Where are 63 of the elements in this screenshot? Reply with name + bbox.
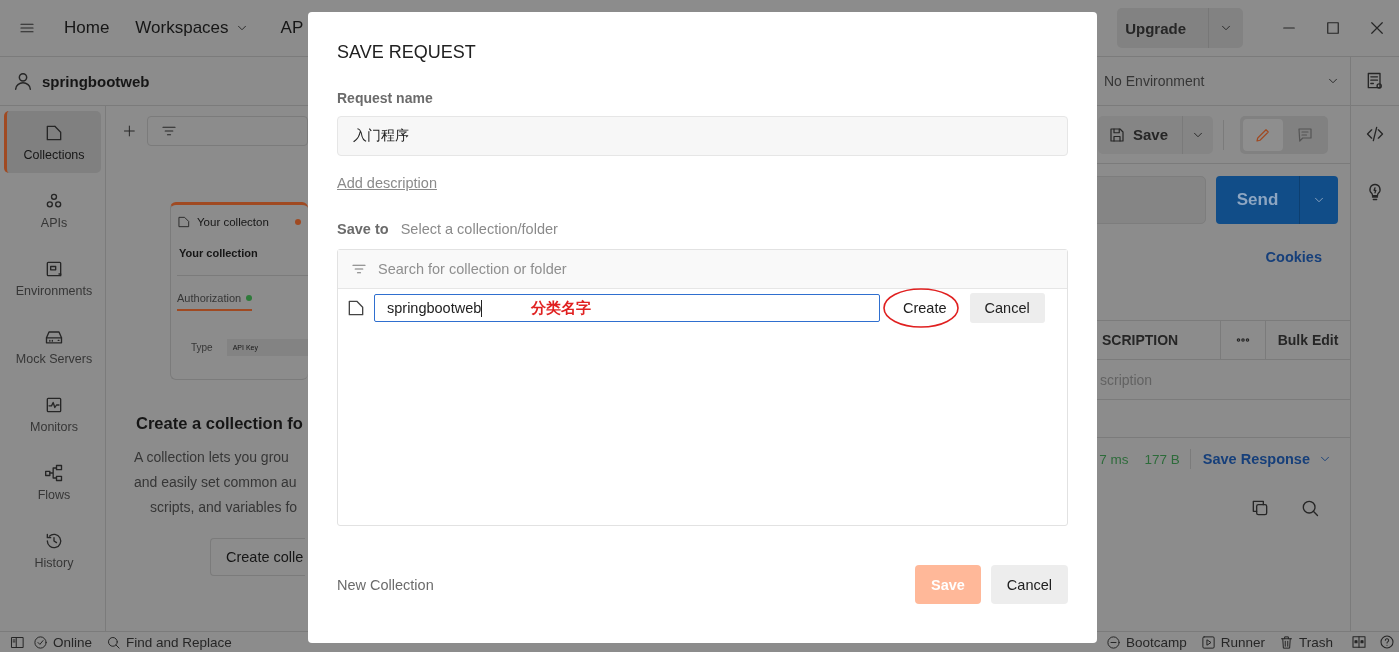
workspace-name: springbootweb [42,72,150,90]
preview-title: Your collection [179,247,259,259]
sidebar-toggle-icon[interactable] [10,634,25,650]
create-collection-button[interactable]: Create colle [210,538,306,576]
empty-state-heading: Create a collection fo [136,414,303,433]
sidebar-item[interactable]: Collections [4,111,101,173]
check-circle-icon [33,634,48,650]
column-header: SCRIPTION [1102,331,1180,350]
folder-icon [346,298,366,318]
sidebar-item[interactable]: APIs [4,179,101,241]
status-bar-item[interactable]: Bootcamp [1105,634,1187,650]
two-pane-icon[interactable] [1351,634,1367,650]
folder-icon [177,215,191,229]
dialog-title: SAVE REQUEST [337,42,477,63]
code-icon[interactable] [1365,124,1385,144]
preview-tab-title: Your collecton [177,215,308,229]
sidebar-item[interactable]: Environments [4,247,101,309]
field-label: Request name [337,90,434,106]
status-bar-item[interactable]: Runner [1200,634,1265,650]
add-description-link[interactable]: Add description [337,175,437,191]
sidebar-item[interactable]: Monitors [4,383,101,445]
status-bar-item[interactable]: Find and Replace [106,634,232,650]
url-field[interactable] [1096,176,1206,224]
play-icon [1200,634,1216,650]
sidebar-item[interactable]: History [4,519,101,581]
bulk-edit-button[interactable]: Bulk Edit [1265,321,1350,359]
nav-link[interactable]: AP [280,18,304,38]
sidebar-item[interactable]: Flows [4,451,101,513]
flow-icon [44,462,64,483]
environment-select[interactable]: No Environment [1104,73,1350,89]
empty-state-text: A collection lets you grou [134,448,289,467]
search-icon [106,634,122,650]
status-bar-item[interactable]: Online [33,634,93,650]
request-name-field[interactable]: 入门程序 [337,116,1068,156]
collection-name-field[interactable]: springbootweb 分类名字 [374,294,880,322]
nav-link[interactable]: Workspaces [135,18,249,38]
cookies-link[interactable]: Cookies [1265,249,1322,265]
status-bar-item[interactable]: Trash [1279,634,1333,650]
comment-icon [1296,125,1314,144]
cancel-button[interactable]: Cancel [990,565,1068,604]
empty-state-text: scripts, and variables fo [150,498,298,517]
floppy-icon [1107,125,1126,144]
sidebar-item[interactable]: Mock Servers [4,315,101,377]
upgrade-button[interactable]: Upgrade [1117,8,1243,48]
annotation-text: 分类名字 [531,298,591,318]
help-icon[interactable] [1379,634,1395,650]
preview-type-label: Type [191,342,213,353]
save-to-label: Save to Select a collection/folder [337,221,559,237]
close-icon[interactable] [1368,19,1386,37]
nav-link[interactable]: Home [64,18,110,38]
search-icon[interactable] [1300,498,1320,518]
response-time: 7 ms [1099,451,1129,467]
trash-icon [1279,634,1294,650]
save-response-button[interactable]: Save Response [1202,451,1332,467]
copy-icon[interactable] [1250,498,1270,518]
collection-search-field[interactable]: Search for collection or folder [338,250,1067,289]
empty-state-text: and easily set common au [134,473,297,492]
cancel-button[interactable]: Cancel [969,293,1045,323]
response-size: 177 B [1144,451,1180,467]
maximize-icon[interactable] [1324,19,1342,37]
user-icon [12,70,34,92]
new-collection-link[interactable]: New Collection [337,576,434,593]
send-button[interactable]: Send [1216,176,1338,224]
